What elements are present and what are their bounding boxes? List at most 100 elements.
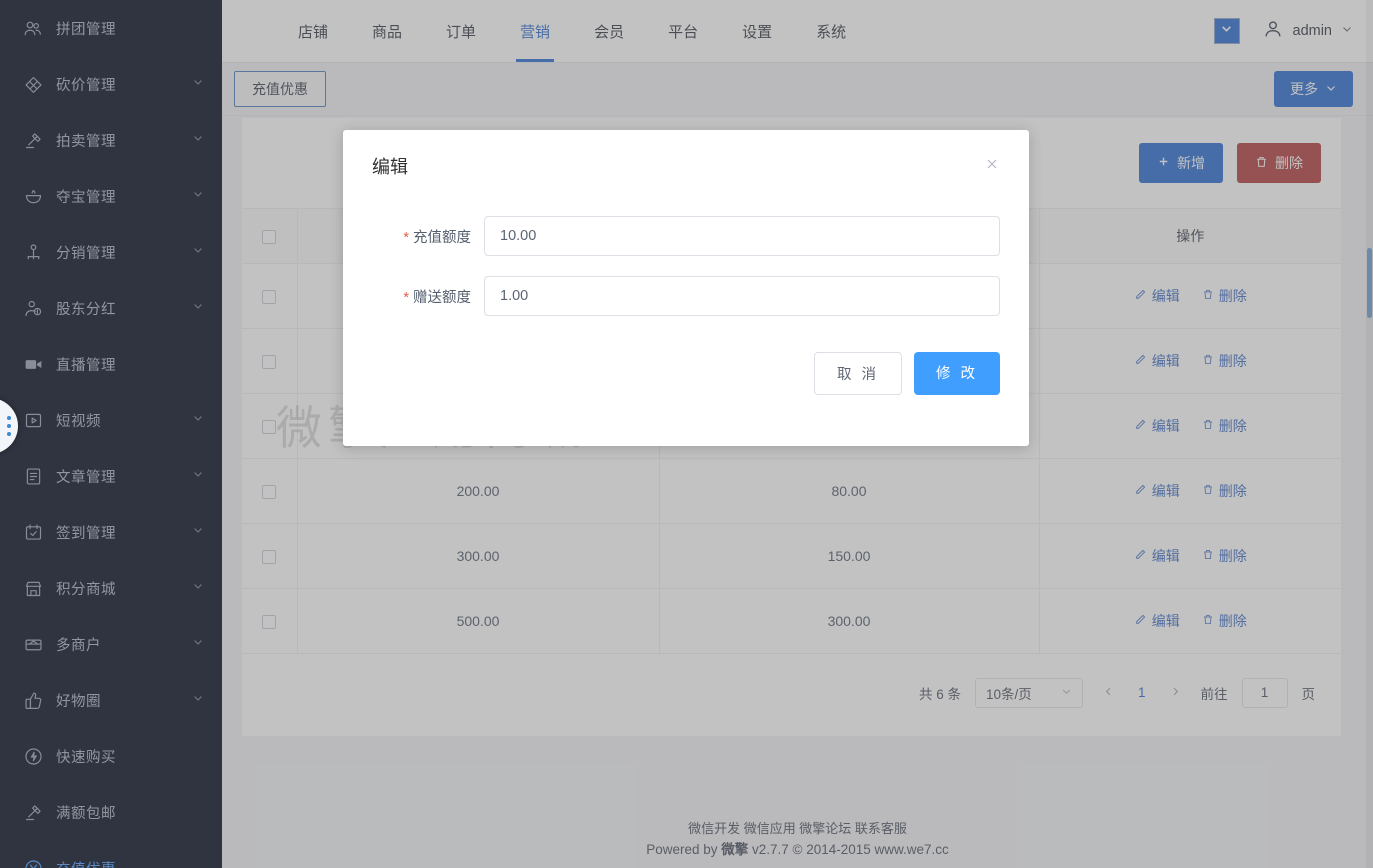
row-edit-button[interactable]: 编辑 — [1134, 546, 1180, 566]
sidebar-item-10[interactable]: 积分商城 — [0, 560, 222, 616]
row-delete-button[interactable]: 删除 — [1202, 481, 1247, 501]
sidebar-item-label: 好物圈 — [56, 693, 101, 710]
tab-recharge-discount[interactable]: 充值优惠 — [234, 71, 326, 107]
row-delete-button[interactable]: 删除 — [1202, 351, 1247, 371]
sidebar-item-6[interactable]: 直播管理 — [0, 336, 222, 392]
handle-dot — [7, 416, 11, 420]
free-shipping-icon — [22, 801, 44, 823]
cell-amount: 200.00 — [297, 458, 660, 524]
chevron-down-icon — [192, 300, 204, 316]
user-menu[interactable]: admin — [1262, 18, 1354, 44]
sidebar-item-1[interactable]: 砍价管理 — [0, 56, 222, 112]
group-buy-icon — [22, 17, 44, 39]
goto-unit: 页 — [1301, 686, 1316, 702]
sidebar-item-15[interactable]: 充值优惠 — [0, 840, 222, 868]
close-icon[interactable] — [984, 156, 1000, 177]
user-avatar-icon — [1262, 18, 1284, 44]
sidebar-item-5[interactable]: 股东分红 — [0, 280, 222, 336]
select-all-checkbox[interactable] — [262, 229, 277, 244]
cell-ops: 编辑 删除 — [1039, 588, 1341, 654]
row-edit-button[interactable]: 编辑 — [1134, 351, 1180, 371]
more-button-label: 更多 — [1290, 81, 1318, 97]
tab-5[interactable]: 平台 — [646, 0, 720, 62]
chevron-down-icon — [192, 468, 204, 484]
top-navigation-bar: 店铺 商品 订单 营销 会员 平台 设置 系统 admin — [222, 0, 1373, 63]
sidebar-item-9[interactable]: 签到管理 — [0, 504, 222, 560]
row-delete-button[interactable]: 删除 — [1202, 416, 1247, 436]
sidebar-item-0[interactable]: 拼团管理 — [0, 0, 222, 56]
row-edit-button[interactable]: 编辑 — [1134, 416, 1180, 436]
add-button[interactable]: 新增 — [1139, 143, 1223, 183]
tab-3[interactable]: 营销 — [498, 0, 572, 62]
row-select-cell[interactable] — [242, 523, 298, 589]
page-number-1[interactable]: 1 — [1134, 685, 1150, 700]
table-row[interactable]: 500.00 300.00 编辑 删除 — [242, 588, 1341, 654]
row-select-cell[interactable] — [242, 588, 298, 654]
footer-links[interactable]: 微信开发 微信应用 微擎论坛 联系客服 — [222, 818, 1373, 839]
pencil-icon — [1134, 288, 1147, 304]
field-label-gift: * 赠送额度 — [372, 286, 484, 307]
page-size-select[interactable]: 10条/页 — [974, 677, 1083, 708]
sidebar-collapse-button[interactable] — [1213, 18, 1240, 44]
row-delete-button[interactable]: 删除 — [1202, 546, 1247, 566]
sidebar-item-13[interactable]: 快速购买 — [0, 728, 222, 784]
powered-prefix: Powered by — [646, 842, 722, 857]
sidebar-item-11[interactable]: 多商户 — [0, 616, 222, 672]
sidebar-item-12[interactable]: 好物圈 — [0, 672, 222, 728]
table-row[interactable]: 300.00 150.00 编辑 删除 — [242, 523, 1341, 589]
page-size-value: 10条/页 — [985, 686, 1032, 702]
sidebar-item-2[interactable]: 拍卖管理 — [0, 112, 222, 168]
powered-suffix: v2.7.7 © 2014-2015 www.we7.cc — [748, 842, 949, 857]
select-all-header[interactable] — [242, 209, 298, 264]
row-edit-button[interactable]: 编辑 — [1134, 611, 1180, 631]
batch-delete-button[interactable]: 删除 — [1237, 143, 1321, 183]
handle-dot — [7, 432, 11, 436]
shareholder-icon — [22, 297, 44, 319]
scrollbar-thumb[interactable] — [1367, 248, 1372, 318]
field-label-amount: * 充值额度 — [372, 226, 484, 247]
column-header-ops: 操作 — [1039, 209, 1341, 264]
row-checkbox[interactable] — [262, 289, 277, 304]
tab-4[interactable]: 会员 — [572, 0, 646, 62]
chevron-down-icon — [192, 132, 204, 148]
row-select-cell[interactable] — [242, 393, 298, 459]
row-delete-button[interactable]: 删除 — [1202, 286, 1247, 306]
cancel-button[interactable]: 取 消 — [813, 352, 902, 395]
total-count: 共 6 条 — [918, 686, 961, 702]
sidebar-item-3[interactable]: 夺宝管理 — [0, 168, 222, 224]
row-checkbox[interactable] — [262, 419, 277, 434]
gift-input[interactable]: 1.00 — [484, 276, 1000, 316]
row-edit-button[interactable]: 编辑 — [1134, 481, 1180, 501]
row-select-cell[interactable] — [242, 458, 298, 524]
cell-ops: 编辑 删除 — [1039, 458, 1341, 524]
row-checkbox[interactable] — [262, 549, 277, 564]
row-checkbox[interactable] — [262, 614, 277, 629]
more-button[interactable]: 更多 — [1274, 71, 1353, 107]
sidebar-item-label: 积分商城 — [56, 581, 116, 598]
amount-input[interactable]: 10.00 — [484, 216, 1000, 256]
next-page-button[interactable] — [1164, 685, 1187, 700]
tab-7[interactable]: 系统 — [794, 0, 868, 62]
cell-ops: 编辑 删除 — [1039, 263, 1341, 329]
tab-0[interactable]: 店铺 — [276, 0, 350, 62]
page-scrollbar[interactable] — [1366, 0, 1373, 868]
tab-6[interactable]: 设置 — [720, 0, 794, 62]
sidebar-item-4[interactable]: 分销管理 — [0, 224, 222, 280]
prev-page-button[interactable] — [1097, 685, 1120, 700]
goto-page-input[interactable]: 1 — [1241, 677, 1288, 708]
row-checkbox[interactable] — [262, 354, 277, 369]
tab-2[interactable]: 订单 — [424, 0, 498, 62]
row-delete-button[interactable]: 删除 — [1202, 611, 1247, 631]
row-checkbox[interactable] — [262, 484, 277, 499]
sidebar-item-8[interactable]: 文章管理 — [0, 448, 222, 504]
sidebar-item-label: 砍价管理 — [56, 77, 116, 94]
row-select-cell[interactable] — [242, 328, 298, 394]
sidebar-item-7[interactable]: 短视频 — [0, 392, 222, 448]
sidebar-item-14[interactable]: 满额包邮 — [0, 784, 222, 840]
row-select-cell[interactable] — [242, 263, 298, 329]
tab-1[interactable]: 商品 — [350, 0, 424, 62]
table-row[interactable]: 200.00 80.00 编辑 删除 — [242, 458, 1341, 524]
row-edit-button[interactable]: 编辑 — [1134, 286, 1180, 306]
handle-dot — [7, 424, 11, 428]
confirm-button[interactable]: 修 改 — [913, 352, 1000, 395]
